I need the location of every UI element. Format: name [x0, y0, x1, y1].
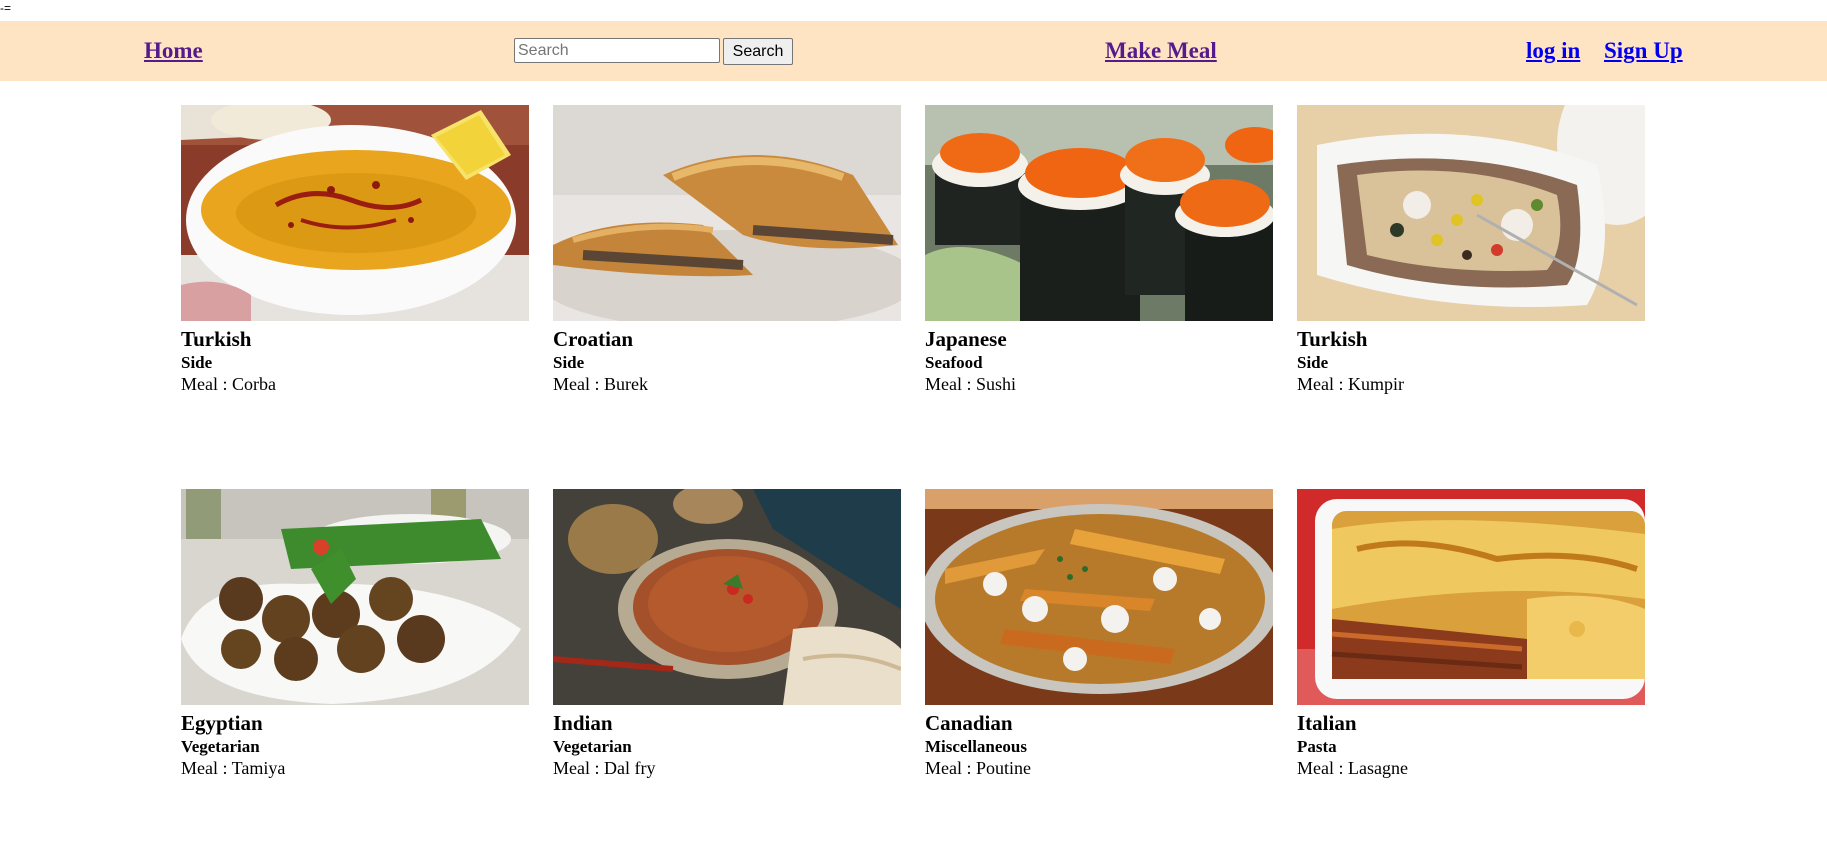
nav-home-link[interactable]: Home	[144, 37, 203, 65]
meal-name: Meal : Burek	[553, 374, 648, 394]
kumpir-potato-photo[interactable]	[1297, 105, 1645, 321]
meal-cuisine: Indian	[553, 711, 613, 735]
lasagne-photo[interactable]	[1297, 489, 1645, 705]
meal-cuisine: Turkish	[181, 327, 252, 351]
meal-name: Meal : Kumpir	[1297, 374, 1404, 394]
meal-cuisine: Italian	[1297, 711, 1357, 735]
meal-category: Miscellaneous	[925, 737, 1027, 756]
search-input[interactable]	[514, 38, 720, 63]
meal-category: Side	[553, 353, 585, 372]
dal-fry-photo[interactable]	[553, 489, 901, 705]
meal-category: Side	[1297, 353, 1329, 372]
meal-name: Meal : Lasagne	[1297, 758, 1408, 778]
falafel-photo[interactable]	[181, 489, 529, 705]
meal-card[interactable]: Croatian Side Meal : Burek	[553, 105, 901, 395]
poutine-photo[interactable]	[925, 489, 1273, 705]
meal-name: Meal : Dal fry	[553, 758, 656, 778]
meal-name: Meal : Corba	[181, 374, 276, 394]
meal-category: Side	[181, 353, 213, 372]
meal-cuisine: Canadian	[925, 711, 1013, 735]
meal-category: Seafood	[925, 353, 983, 372]
meal-card[interactable]: Japanese Seafood Meal : Sushi	[925, 105, 1273, 395]
meal-name: Meal : Poutine	[925, 758, 1031, 778]
meal-card[interactable]: Canadian Miscellaneous Meal : Poutine	[925, 489, 1273, 779]
meal-card[interactable]: Turkish Side Meal : Corba	[181, 105, 529, 395]
meal-name: Meal : Tamiya	[181, 758, 286, 778]
meal-category: Vegetarian	[553, 737, 632, 756]
page-mark: -=	[0, 1, 12, 15]
meal-cuisine: Egyptian	[181, 711, 263, 735]
meal-name: Meal : Sushi	[925, 374, 1017, 394]
nav-login-link[interactable]: log in	[1526, 37, 1580, 65]
meal-card[interactable]: Egyptian Vegetarian Meal : Tamiya	[181, 489, 529, 779]
meal-cuisine: Croatian	[553, 327, 634, 351]
meal-cuisine: Japanese	[925, 327, 1007, 351]
search-button[interactable]: Search	[723, 38, 793, 65]
nav-make-meal-link[interactable]: Make Meal	[1105, 37, 1217, 65]
sushi-photo[interactable]	[925, 105, 1273, 321]
top-navbar: Home Search Make Meal log in Sign Up	[0, 21, 1827, 81]
meal-card[interactable]: Turkish Side Meal : Kumpir	[1297, 105, 1645, 395]
meal-category: Vegetarian	[181, 737, 260, 756]
lentil-soup-photo[interactable]	[181, 105, 529, 321]
meal-card[interactable]: Indian Vegetarian Meal : Dal fry	[553, 489, 901, 779]
meal-card[interactable]: Italian Pasta Meal : Lasagne	[1297, 489, 1645, 779]
meal-cuisine: Turkish	[1297, 327, 1368, 351]
meal-category: Pasta	[1297, 737, 1337, 756]
nav-signup-link[interactable]: Sign Up	[1604, 37, 1683, 65]
burek-pastry-photo[interactable]	[553, 105, 901, 321]
